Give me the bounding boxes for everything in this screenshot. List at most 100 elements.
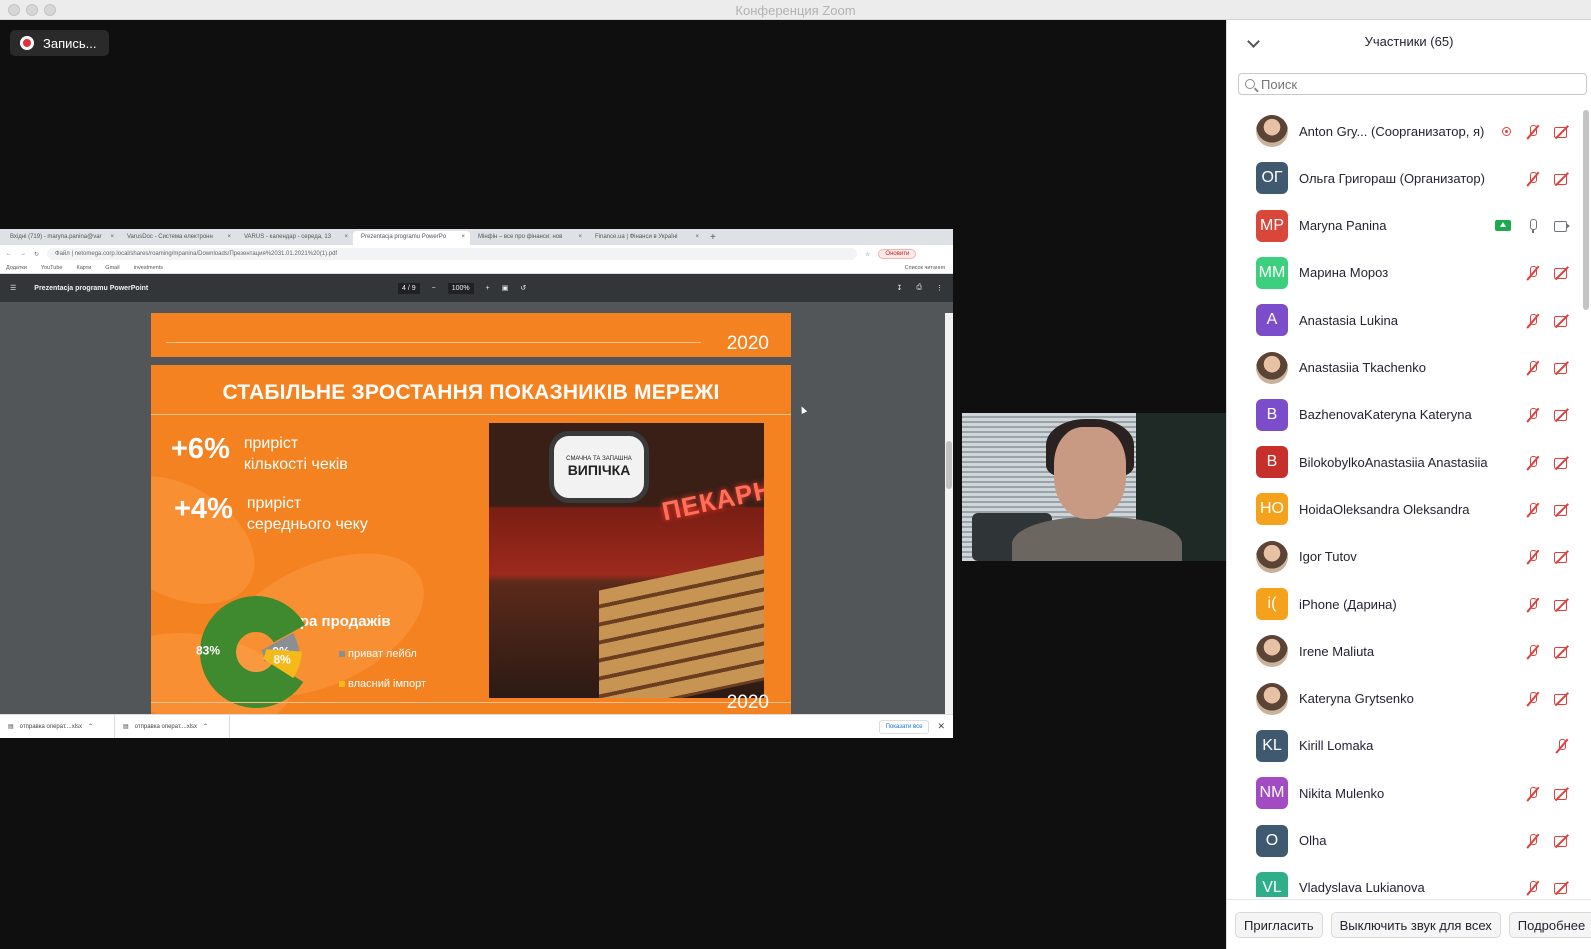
- avatar: VL: [1256, 871, 1288, 897]
- participant-name: Nikita Mulenko: [1299, 785, 1385, 801]
- browser-tab: VarusDoc - Система електронн ×: [119, 231, 236, 245]
- reading-list: Список читання: [904, 265, 945, 271]
- participant-name: Марина Мороз: [1299, 265, 1389, 281]
- participant-row[interactable]: Igor Tutov: [1227, 533, 1579, 581]
- shared-screen: Вхідні (719) - maryna.panina@var × VarusDo…: [0, 229, 953, 738]
- previous-slide-year: 2020: [726, 333, 769, 354]
- pdf-page-number: 4 / 9: [398, 282, 420, 294]
- video-camera-off-icon: [1554, 265, 1569, 280]
- participant-row[interactable]: B BazhenovaKateryna Kateryna: [1227, 391, 1579, 439]
- video-camera-off-icon: [1554, 880, 1569, 895]
- participants-panel: Участники (65) Anton Gry... (Соорганизат…: [1226, 20, 1591, 949]
- rotate-icon: ↺: [520, 285, 527, 292]
- mute-all-button[interactable]: Выключить звук для всех: [1330, 911, 1501, 938]
- microphone-muted-icon: [1554, 738, 1569, 753]
- donut-label: 83%: [196, 643, 220, 657]
- legend-swatch: [339, 681, 345, 687]
- participant-name: Anton Gry... (Соорганизатор, я): [1299, 123, 1485, 139]
- video-camera-off-icon: [1554, 549, 1569, 564]
- pdf-page-controls: 4 / 9 − 100% + ▣ ↺: [398, 282, 527, 294]
- participant-row[interactable]: MP Maryna Panina: [1227, 202, 1579, 250]
- more-vert-icon: ⋮: [936, 285, 943, 292]
- bakery-sign: СМАЧНА ТА ЗАПАШНА ВИПІЧКА: [549, 431, 649, 503]
- back-icon: ←: [6, 251, 12, 257]
- participant-row[interactable]: HO HoidaOleksandra Oleksandra: [1227, 485, 1579, 533]
- participant-row[interactable]: Anton Gry... (Соорганизатор, я): [1227, 107, 1579, 155]
- window-titlebar: Конференция Zoom: [0, 0, 1591, 20]
- invite-button[interactable]: Пригласить: [1235, 911, 1323, 938]
- metric-checks-value: +6%: [171, 433, 230, 465]
- participant-row[interactable]: Kateryna Grytsenko: [1227, 675, 1579, 723]
- video-camera-off-icon: [1554, 313, 1569, 328]
- microphone-muted-icon: [1525, 549, 1540, 564]
- new-tab-icon: +: [710, 232, 716, 243]
- zoom-in-icon: +: [485, 284, 490, 292]
- tab-close-icon: ×: [695, 234, 699, 240]
- participant-list: Anton Gry... (Соорганизатор, я) ОГ Ольга Г…: [1227, 107, 1579, 897]
- metric-avg-check-line2: середнього чеку: [246, 516, 368, 533]
- sales-structure-donut: 83%9%8%: [196, 596, 306, 708]
- star-icon: ☆: [865, 251, 871, 258]
- recording-icon: [1502, 126, 1511, 136]
- url-prefix: Файл: [55, 251, 70, 257]
- participant-row[interactable]: Irene Maliuta: [1227, 627, 1579, 675]
- avatar: B: [1256, 398, 1288, 431]
- microphone-muted-icon: [1525, 360, 1540, 375]
- participant-name: Maryna Panina: [1299, 218, 1387, 234]
- video-camera-off-icon: [1554, 455, 1569, 470]
- participants-header: Участники (65): [1227, 34, 1591, 54]
- bookmark-item: Карти: [76, 265, 92, 271]
- browser-tab-label: VarusDoc - Система електронн: [127, 234, 213, 240]
- participants-scrollbar[interactable]: [1583, 110, 1589, 310]
- participant-name: Olha: [1299, 833, 1327, 848]
- participant-row[interactable]: VL Vladyslava Lukianova: [1227, 864, 1579, 897]
- browser-address-bar: ← → ↻ Файл | netomega.corp.local/shares/…: [0, 245, 953, 263]
- browser-tab-label: Вхідні (719) - maryna.panina@var: [10, 234, 102, 240]
- video-camera-icon: [1554, 218, 1570, 233]
- browser-tab: Prezentacja programu PowerPo ×: [353, 231, 470, 245]
- participants-footer: Пригласить Выключить звук для всех Подро…: [1227, 899, 1591, 949]
- recording-indicator[interactable]: Запись...: [10, 30, 109, 56]
- participant-row[interactable]: i( iPhone (Дарина): [1227, 580, 1579, 628]
- pdf-viewport: 2020 СТАБІЛЬНЕ ЗРОСТАННЯ ПОКАЗНИКІВ МЕРЕ…: [0, 313, 945, 714]
- downloads-bar: ▤ отправка операт....xlsx ⌃ ▤ отправка опера…: [0, 714, 953, 738]
- pdf-toolbar: ☰ Prezentacja programu PowerPoint 4 / 9 …: [0, 274, 953, 302]
- pdf-title: Prezentacja programu PowerPoint: [34, 284, 149, 292]
- more-button[interactable]: Подробнее ⌄: [1508, 911, 1591, 938]
- avatar: KL: [1256, 729, 1288, 762]
- browser-tab: VARUS - календар - середа, 13 ×: [236, 231, 353, 245]
- metric-checks-line2: кількості чеків: [243, 456, 348, 473]
- participant-row[interactable]: B BilokobylkoAnastasiia Anastasiia: [1227, 438, 1579, 486]
- browser-tab-label: Мінфін – все про фінанси: нов: [478, 234, 563, 240]
- participant-row[interactable]: ММ Марина Мороз: [1227, 249, 1579, 297]
- download-filename: отправка операт....xlsx: [19, 723, 83, 730]
- microphone-muted-icon: [1525, 124, 1540, 139]
- browser-tab: Мінфін – все про фінанси: нов ×: [470, 231, 587, 245]
- record-icon: [20, 36, 34, 50]
- bookmarks-bar: Додатки YouTube Карти Gmail investments Списо…: [0, 263, 953, 274]
- participant-row[interactable]: KL Kirill Lomaka: [1227, 722, 1579, 770]
- microphone-icon: [1525, 218, 1540, 234]
- participant-search[interactable]: [1238, 73, 1587, 95]
- video-camera-off-icon: [1554, 124, 1569, 139]
- participant-row[interactable]: O Olha: [1227, 817, 1579, 865]
- participant-name: iPhone (Дарина): [1299, 596, 1397, 612]
- participant-video[interactable]: [962, 413, 1226, 561]
- chevron-up-icon: ⌃: [203, 724, 209, 730]
- reload-icon: ↻: [34, 251, 40, 258]
- avatar: O: [1256, 824, 1288, 857]
- participant-row[interactable]: NM Nikita Mulenko: [1227, 769, 1579, 817]
- fit-page-icon: ▣: [501, 285, 509, 292]
- current-slide: СТАБІЛЬНЕ ЗРОСТАННЯ ПОКАЗНИКІВ МЕРЕЖІ +6…: [151, 365, 791, 714]
- participant-row[interactable]: Anastasiia Tkachenko: [1227, 344, 1579, 392]
- search-input[interactable]: [1261, 76, 1561, 92]
- tab-close-icon: ×: [227, 234, 231, 240]
- participant-row[interactable]: ОГ Ольга Григораш (Организатор): [1227, 154, 1579, 202]
- participants-title: Участники (65): [1364, 34, 1454, 49]
- avatar: i(: [1256, 588, 1288, 620]
- donut-label: 8%: [273, 653, 291, 667]
- participant-row[interactable]: A Anastasia Lukina: [1227, 296, 1579, 344]
- avatar: ММ: [1256, 256, 1288, 289]
- bookmark-item: YouTube: [40, 265, 63, 271]
- download-filename: отправка операт....xlsx: [134, 723, 198, 730]
